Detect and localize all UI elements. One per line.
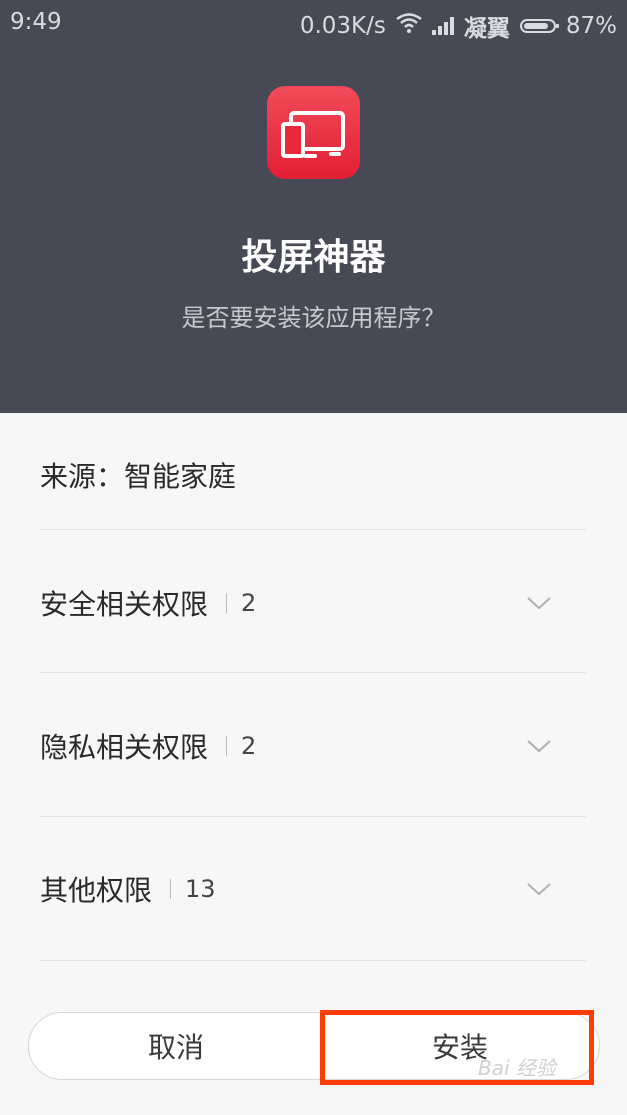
separator <box>170 879 172 899</box>
permission-security[interactable]: 安全相关权限 2 <box>40 573 586 633</box>
app-source: 来源：智能家庭 <box>40 460 237 493</box>
status-bar: 9:49 0.03K/s 凝翼 87% <box>0 0 627 46</box>
screen-cast-icon <box>267 86 360 179</box>
permission-label: 安全相关权限 <box>40 588 209 621</box>
status-time: 9:49 <box>10 9 62 35</box>
status-indicators: 0.03K/s 凝翼 87% <box>300 9 617 43</box>
chevron-down-icon[interactable] <box>526 881 552 897</box>
network-speed: 0.03K/s <box>299 13 386 39</box>
permission-privacy[interactable]: 隐私相关权限 2 <box>40 716 586 776</box>
permission-label: 其他权限 <box>40 874 153 907</box>
battery-level: 87% <box>565 13 617 39</box>
divider <box>40 816 586 817</box>
install-button[interactable]: 安装 <box>320 1012 600 1080</box>
divider <box>40 960 586 961</box>
battery-icon <box>519 19 559 33</box>
permission-count: 13 <box>185 875 216 903</box>
carrier-name: 凝翼 <box>463 16 510 42</box>
app-name: 投屏神器 <box>241 237 386 278</box>
wifi-icon <box>396 13 422 39</box>
permission-count: 2 <box>241 589 257 617</box>
chevron-down-icon[interactable] <box>526 595 552 611</box>
install-question: 是否要安装该应用程序？ <box>181 304 446 332</box>
divider <box>40 672 586 673</box>
app-header: 9:49 0.03K/s 凝翼 87% 投屏神器 是否要安装该应用程序？ <box>0 0 627 413</box>
permission-label: 隐私相关权限 <box>40 731 209 764</box>
permission-other[interactable]: 其他权限 13 <box>40 859 586 919</box>
cancel-button[interactable]: 取消 <box>28 1012 324 1080</box>
separator <box>226 593 228 613</box>
signal-icon <box>431 17 454 35</box>
chevron-down-icon[interactable] <box>526 738 552 754</box>
permission-count: 2 <box>241 732 257 760</box>
watermark: Bai 经验 <box>478 1056 556 1080</box>
divider <box>40 529 586 530</box>
separator <box>226 736 228 756</box>
